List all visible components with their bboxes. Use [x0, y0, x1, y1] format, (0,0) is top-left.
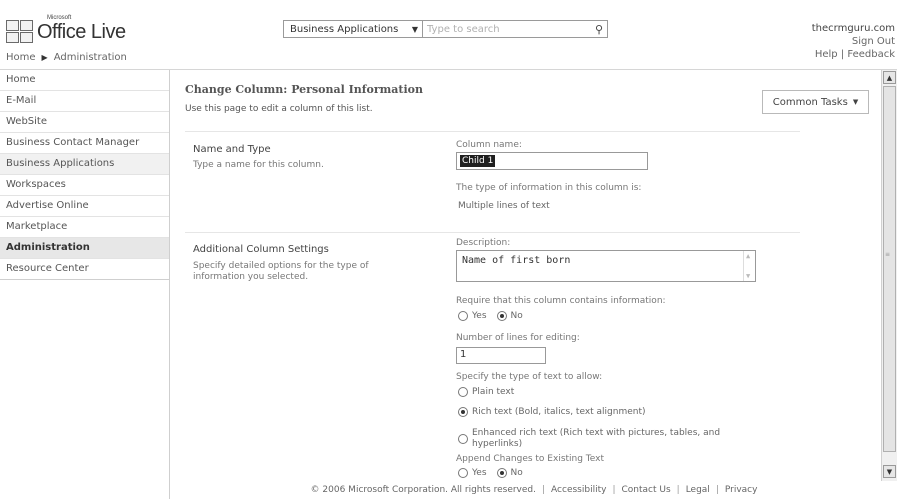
- sidebar-item-resource-center[interactable]: Resource Center: [0, 259, 169, 280]
- column-name-field[interactable]: Child 1: [456, 152, 648, 170]
- sidebar-item-advertise-online[interactable]: Advertise Online: [0, 196, 169, 217]
- dropdown-arrow-icon: ▼: [852, 98, 859, 106]
- sidebar-item-email[interactable]: E-Mail: [0, 91, 169, 112]
- header: Microsoft Office Live Home ▶ Administrat…: [0, 0, 897, 70]
- append-no-radio[interactable]: [496, 468, 507, 478]
- column-name-value: Child 1: [460, 155, 496, 167]
- sidebar-item-business-contact-manager[interactable]: Business Contact Manager: [0, 133, 169, 154]
- sidebar-nav: Home E-Mail WebSite Business Contact Man…: [0, 70, 170, 499]
- name-type-heading: Name and Type: [193, 144, 271, 155]
- scroll-down-arrow-icon[interactable]: ▼: [883, 465, 896, 478]
- user-links: thecrmguru.com Sign Out Help | Feedback: [811, 22, 895, 60]
- page-scrollbar[interactable]: ▲ ≡ ▼: [881, 70, 897, 481]
- lines-label: Number of lines for editing:: [456, 333, 580, 343]
- feedback-link[interactable]: Feedback: [847, 49, 895, 60]
- breadcrumb: Home ▶ Administration: [6, 52, 127, 63]
- append-radio-group: Yes No: [458, 468, 523, 478]
- scroll-up-arrow-icon[interactable]: ▲: [883, 71, 896, 84]
- dropdown-arrow-icon: ▼: [411, 24, 418, 34]
- main-content: Change Column: Personal Information Use …: [171, 70, 881, 481]
- enhanced-text-label-2: hyperlinks): [472, 439, 523, 449]
- lines-for-editing-input[interactable]: 1: [456, 347, 546, 364]
- sidebar-item-home[interactable]: Home: [0, 70, 169, 91]
- section-divider: [185, 232, 800, 233]
- office-live-logo[interactable]: Microsoft Office Live: [6, 15, 126, 44]
- append-no-label: No: [510, 468, 523, 478]
- common-tasks-label: Common Tasks: [772, 96, 848, 108]
- footer-link-privacy[interactable]: Privacy: [725, 485, 758, 495]
- enhanced-text-label-1: Enhanced rich text (Rich text with pictu…: [472, 428, 721, 438]
- name-type-description: Type a name for this column.: [193, 160, 324, 170]
- additional-settings-description-1: Specify detailed options for the type of: [193, 261, 369, 271]
- search-icon[interactable]: ⚲: [595, 23, 603, 36]
- description-label: Description:: [456, 238, 511, 248]
- footer-link-contact[interactable]: Contact Us: [621, 485, 670, 495]
- sidebar-item-website[interactable]: WebSite: [0, 112, 169, 133]
- search-scope-value: Business Applications: [290, 23, 399, 35]
- common-tasks-button[interactable]: Common Tasks ▼: [762, 90, 869, 114]
- office-logo-icon: [6, 20, 34, 44]
- text-type-label: Specify the type of text to allow:: [456, 372, 603, 382]
- sign-out-link[interactable]: Sign Out: [812, 35, 895, 48]
- search-placeholder: Type to search: [427, 23, 500, 35]
- append-yes-radio[interactable]: [458, 468, 468, 478]
- page-title: Change Column: Personal Information: [185, 83, 423, 96]
- breadcrumb-arrow-icon: ▶: [41, 53, 48, 62]
- rich-text-radio[interactable]: [458, 407, 468, 417]
- search-bar: Business Applications ▼ Type to search ⚲: [283, 20, 608, 38]
- textarea-scrollbar[interactable]: ▲ ▼: [743, 251, 755, 281]
- breadcrumb-administration[interactable]: Administration: [54, 52, 127, 63]
- section-divider: [185, 131, 800, 132]
- require-yes-radio[interactable]: [458, 311, 468, 321]
- description-value: Name of first born: [462, 255, 571, 266]
- help-link[interactable]: Help: [815, 49, 838, 60]
- rich-text-label: Rich text (Bold, italics, text alignment…: [472, 407, 646, 417]
- rich-text-option: Rich text (Bold, italics, text alignment…: [458, 407, 646, 417]
- additional-settings-heading: Additional Column Settings: [193, 244, 329, 255]
- footer-link-legal[interactable]: Legal: [686, 485, 710, 495]
- require-yes-label: Yes: [472, 311, 487, 321]
- column-name-label: Column name:: [456, 140, 522, 150]
- footer: © 2006 Microsoft Corporation. All rights…: [310, 485, 758, 495]
- plain-text-label: Plain text: [472, 387, 515, 397]
- require-no-radio[interactable]: [496, 311, 507, 321]
- require-label: Require that this column contains inform…: [456, 296, 666, 306]
- logo-microsoft-text: Microsoft: [47, 14, 72, 21]
- append-yes-label: Yes: [472, 468, 487, 478]
- scrollbar-thumb[interactable]: [883, 86, 896, 452]
- user-name[interactable]: thecrmguru.com: [812, 22, 895, 35]
- search-scope-select[interactable]: Business Applications ▼: [283, 20, 423, 38]
- scroll-up-icon[interactable]: ▲: [746, 252, 750, 260]
- plain-text-option: Plain text: [458, 387, 514, 397]
- enhanced-text-radio[interactable]: [458, 434, 468, 444]
- description-textarea[interactable]: Name of first born ▲ ▼: [456, 250, 756, 282]
- page-description: Use this page to edit a column of this l…: [185, 104, 373, 114]
- enhanced-text-option: Enhanced rich text (Rich text with pictu…: [458, 428, 720, 450]
- info-type-value: Multiple lines of text: [458, 201, 550, 211]
- scroll-down-icon[interactable]: ▼: [746, 272, 750, 280]
- search-input[interactable]: Type to search ⚲: [423, 20, 608, 38]
- require-no-label: No: [510, 311, 523, 321]
- additional-settings-description-2: information you selected.: [193, 272, 309, 282]
- sidebar-item-business-applications[interactable]: Business Applications: [0, 154, 169, 175]
- copyright-text: © 2006 Microsoft Corporation. All rights…: [310, 485, 536, 495]
- append-label: Append Changes to Existing Text: [456, 454, 605, 464]
- sidebar-item-workspaces[interactable]: Workspaces: [0, 175, 169, 196]
- sidebar-item-marketplace[interactable]: Marketplace: [0, 217, 169, 238]
- sidebar-item-administration[interactable]: Administration: [0, 238, 169, 259]
- info-type-label: The type of information in this column i…: [456, 183, 642, 193]
- logo-name: Office Live: [37, 20, 126, 43]
- footer-link-accessibility[interactable]: Accessibility: [551, 485, 606, 495]
- breadcrumb-home[interactable]: Home: [6, 52, 36, 63]
- scrollbar-grip-icon: ≡: [885, 251, 891, 258]
- require-radio-group: Yes No: [458, 311, 523, 321]
- plain-text-radio[interactable]: [458, 387, 468, 397]
